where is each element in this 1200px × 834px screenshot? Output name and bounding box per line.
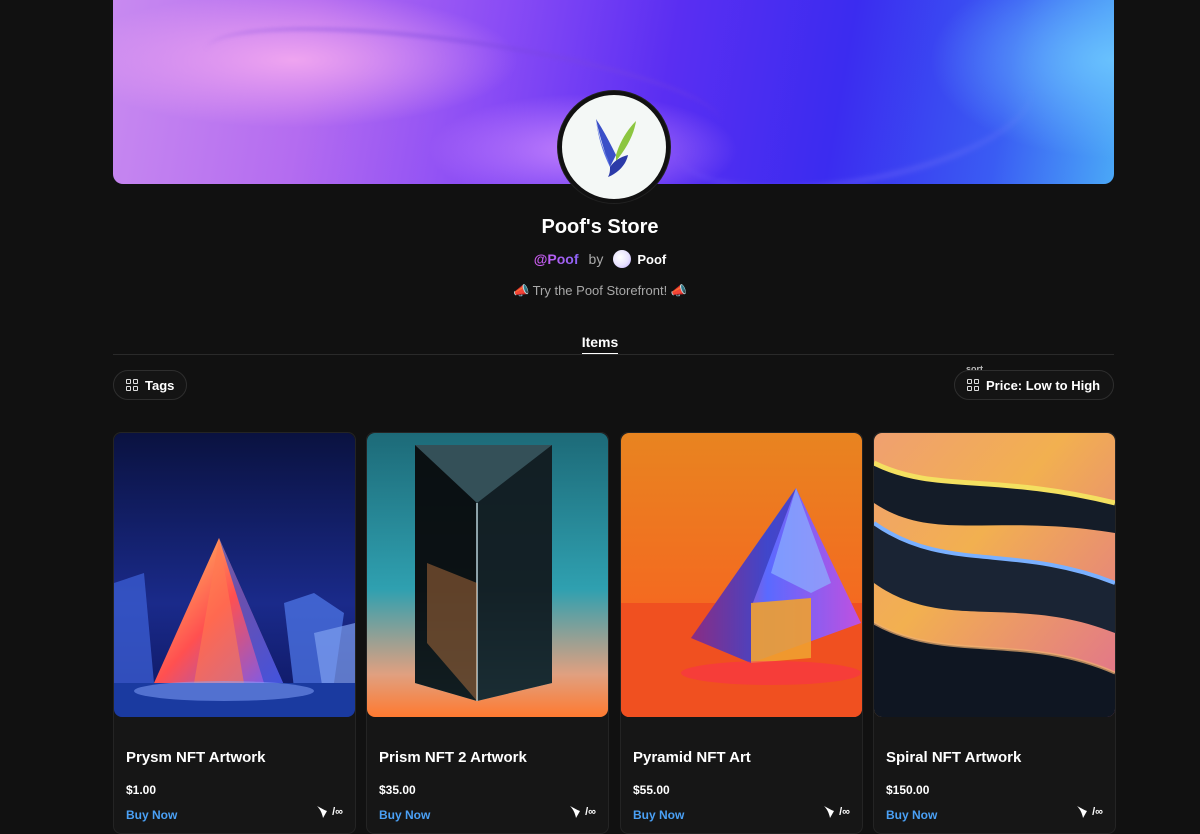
store-byline: @Poof by Poof [0,248,1200,270]
poof-mark-icon [570,806,581,818]
item-supply-label: /∞ [585,806,596,818]
item-title[interactable]: Prysm NFT Artwork [126,749,265,766]
item-image[interactable] [367,433,608,717]
item-card[interactable]: Prism NFT 2 Artwork $35.00 Buy Now /∞ [366,432,609,834]
item-title[interactable]: Pyramid NFT Art [633,749,751,766]
poof-mark-icon [317,806,328,818]
store-avatar[interactable] [558,91,670,203]
tab-items[interactable]: Items [0,334,1200,355]
owner-name[interactable]: Poof [637,252,666,267]
item-image[interactable] [874,433,1115,717]
store-tagline: 📣 Try the Poof Storefront! 📣 [513,283,687,298]
item-card[interactable]: Prysm NFT Artwork $1.00 Buy Now /∞ [113,432,356,834]
tab-items-label: Items [581,334,619,355]
item-supply-label: /∞ [839,806,850,818]
grid-icon [126,379,138,391]
buy-now-link[interactable]: Buy Now [126,808,177,822]
item-supply: /∞ [316,805,343,819]
tab-divider [113,354,1114,355]
item-image[interactable] [114,433,355,717]
sort-value: Price: Low to High [986,377,1101,393]
grid-icon [967,379,979,391]
item-price: $150.00 [886,783,930,797]
store-handle[interactable]: @Poof [534,251,579,267]
by-text: by [588,251,604,267]
poof-mark-icon [824,806,835,818]
poof-mark-icon [1077,806,1088,818]
buy-now-link[interactable]: Buy Now [886,808,937,822]
store-title: Poof's Store [541,216,659,238]
item-card[interactable]: Pyramid NFT Art $55.00 Buy Now /∞ [620,432,863,834]
item-title[interactable]: Prism NFT 2 Artwork [379,749,527,766]
item-card[interactable]: Spiral NFT Artwork $150.00 Buy Now /∞ [873,432,1116,834]
item-supply: /∞ [569,805,596,819]
item-supply: /∞ [1076,805,1103,819]
tags-filter-button[interactable]: Tags [113,370,188,400]
banner-streak [665,29,1041,184]
buy-now-link[interactable]: Buy Now [633,808,684,822]
item-supply-label: /∞ [1092,806,1103,818]
tags-label: Tags [145,377,175,393]
item-title[interactable]: Spiral NFT Artwork [886,749,1021,766]
poof-logo-icon [596,119,636,177]
item-image[interactable] [621,433,862,717]
owner-avatar[interactable] [613,250,632,268]
item-price: $35.00 [379,783,416,797]
item-price: $1.00 [126,783,157,797]
sort-dropdown[interactable]: Price: Low to High [954,370,1114,400]
item-price: $55.00 [633,783,670,797]
buy-now-link[interactable]: Buy Now [379,808,430,822]
item-supply-label: /∞ [332,806,343,818]
item-supply: /∞ [823,805,850,819]
